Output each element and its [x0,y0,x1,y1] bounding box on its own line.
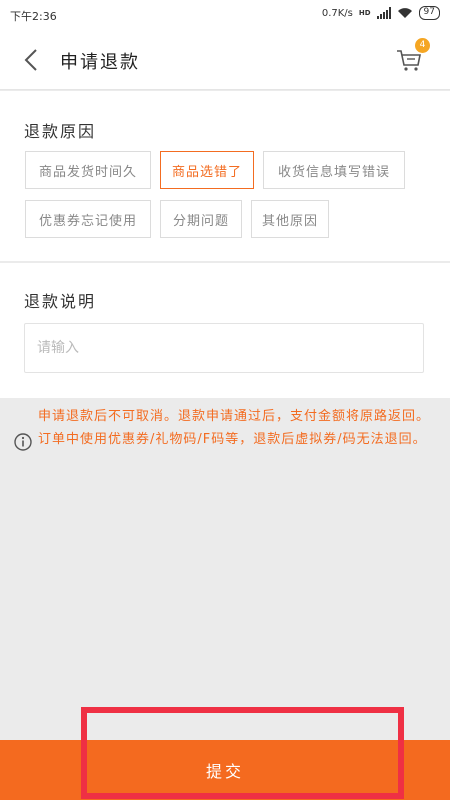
status-bar: 下午2:36 0.7K/s HD 97 [0,0,450,30]
cart-badge: 4 [415,38,430,53]
refund-notice: 申请退款后不可取消。退款申请通过后，支付金额将原路返回。订单中使用优惠券/礼物码… [0,405,450,451]
refund-reason-title: 退款原因 [24,122,97,141]
reason-tag-address-error[interactable]: 收货信息填写错误 [263,151,405,189]
refund-reason-section: 退款原因 商品发货时间久 商品选错了 收货信息填写错误 优惠券忘记使用 分期问题… [0,91,450,261]
chevron-left-icon[interactable] [20,47,46,73]
refund-description-input[interactable] [24,323,424,373]
network-speed: 0.7K/s [321,7,353,19]
reason-tag-wrong-item[interactable]: 商品选错了 [160,151,254,189]
info-icon [14,433,32,451]
refund-description-section: 退款说明 [0,263,450,398]
page-title: 申请退款 [60,52,140,73]
network-type: HD [358,9,371,17]
battery-indicator: 97 [418,6,440,20]
notice-text: 申请退款后不可取消。退款申请通过后，支付金额将原路返回。订单中使用优惠券/礼物码… [38,409,431,447]
reason-tag-coupon-forgot[interactable]: 优惠券忘记使用 [25,200,151,238]
reason-tag-installment[interactable]: 分期问题 [160,200,242,238]
submit-button[interactable]: 提交 [0,740,450,800]
cart-button[interactable]: 4 [394,38,430,74]
status-time: 下午2:36 [10,10,57,23]
wifi-icon [397,8,412,18]
reason-tag-other[interactable]: 其他原因 [251,200,329,238]
refund-description-title: 退款说明 [24,292,97,311]
submit-label: 提交 [205,762,244,781]
header: 申请退款 4 [0,30,450,90]
status-indicators: 0.7K/s HD 97 [322,6,440,20]
reason-tag-shipping-delay[interactable]: 商品发货时间久 [25,151,151,189]
signal-icon [376,7,391,19]
